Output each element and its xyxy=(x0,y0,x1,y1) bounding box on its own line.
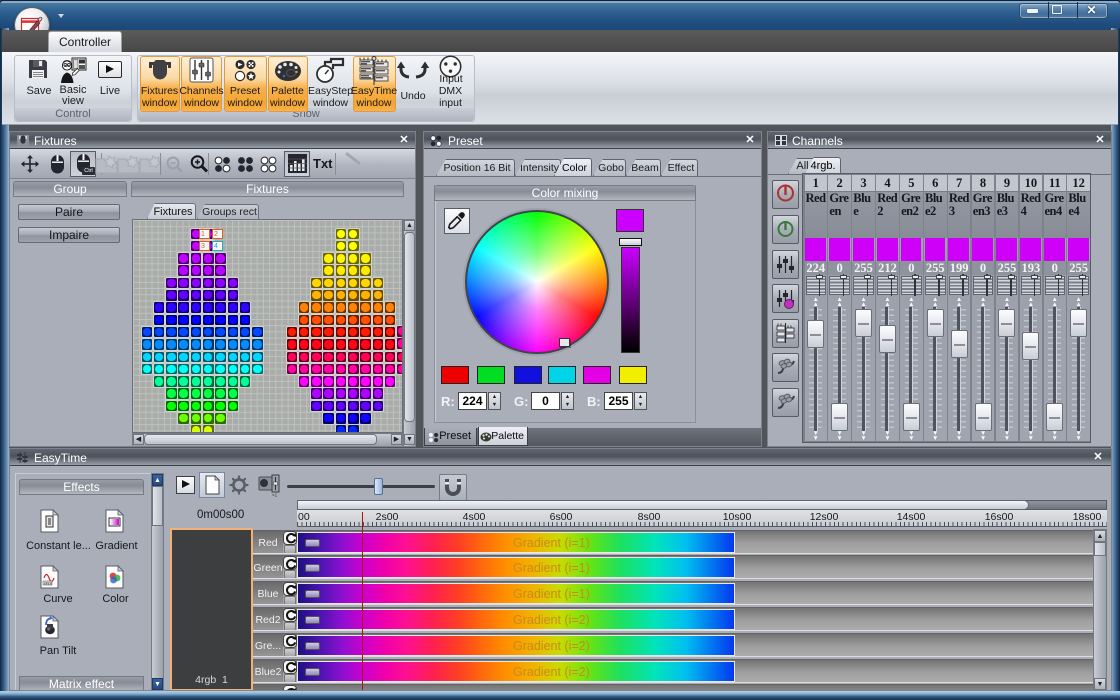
svg-text:×1: ×1 xyxy=(272,493,278,498)
svg-text:sin(x): sin(x) xyxy=(44,581,52,585)
